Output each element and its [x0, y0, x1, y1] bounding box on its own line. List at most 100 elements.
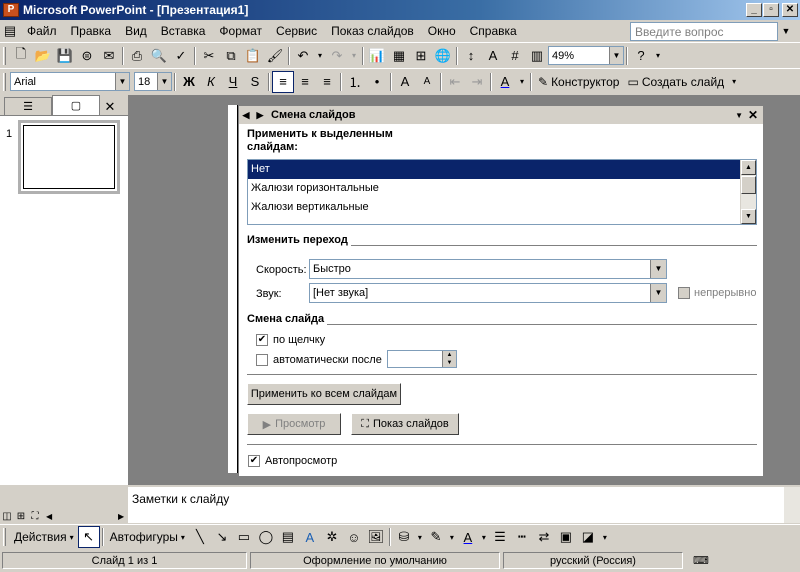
task-pane-menu-icon[interactable]: ▼ — [735, 111, 743, 120]
numbering-icon[interactable]: ⒈ — [344, 71, 366, 93]
list-item[interactable]: Жалюзи горизонтальные — [248, 179, 756, 198]
toolbar-options-icon[interactable]: ▾ — [599, 526, 611, 548]
rectangle-icon[interactable]: ▭ — [233, 526, 255, 548]
actions-menu[interactable]: Действия ▾ — [10, 526, 78, 548]
loop-checkbox[interactable] — [678, 287, 690, 299]
slideshow-button[interactable]: ⛶ Показ слайдов — [351, 413, 459, 435]
menu-insert[interactable]: Вставка — [154, 24, 213, 38]
email-icon[interactable]: ✉ — [98, 45, 120, 67]
slideshow-view-icon[interactable]: ⛶ — [28, 509, 42, 523]
new-icon[interactable]: 🗋 — [10, 45, 32, 67]
font-size-combo[interactable]: 18 ▼ — [134, 72, 172, 91]
font-color-draw-dropdown-icon[interactable]: ▾ — [479, 526, 489, 548]
save-icon[interactable]: 💾 — [54, 45, 76, 67]
normal-view-icon[interactable]: ◫ — [0, 509, 14, 523]
increase-indent-icon[interactable]: ⇥ — [466, 71, 488, 93]
menu-file[interactable]: Файл — [20, 24, 64, 38]
autoshapes-menu[interactable]: Автофигуры ▾ — [106, 526, 189, 548]
on-click-checkbox[interactable]: ✔ — [256, 334, 268, 346]
back-icon[interactable]: ◀ — [239, 110, 253, 121]
powerpoint-app-icon[interactable]: P — [3, 3, 19, 17]
redo-dropdown-icon[interactable]: ▾ — [348, 45, 360, 67]
font-size-dropdown-icon[interactable]: ▼ — [157, 73, 171, 90]
decrease-indent-icon[interactable]: ⇤ — [444, 71, 466, 93]
copy-icon[interactable]: ⧉ — [220, 45, 242, 67]
task-pane-close-icon[interactable]: ✕ — [748, 108, 758, 122]
insert-table-icon[interactable]: ▦ — [388, 45, 410, 67]
toolbar-options-icon[interactable]: ▾ — [652, 45, 664, 67]
menu-slideshow[interactable]: Показ слайдов — [324, 24, 421, 38]
decrease-font-icon[interactable]: A — [416, 71, 438, 93]
line-color-icon[interactable]: ✎ — [425, 526, 447, 548]
notes-scrollbar[interactable] — [784, 487, 800, 523]
auto-advance-time-input[interactable]: ▲ ▼ — [387, 350, 457, 368]
expand-all-icon[interactable]: ↕ — [460, 45, 482, 67]
list-item[interactable]: Жалюзи вертикальные — [248, 198, 756, 217]
font-color-draw-icon[interactable]: A — [457, 526, 479, 548]
arrow-style-icon[interactable]: ⇄ — [533, 526, 555, 548]
fill-color-dropdown-icon[interactable]: ▾ — [415, 526, 425, 548]
minimize-button[interactable]: _ — [746, 3, 762, 17]
slide-thumbnail[interactable] — [18, 120, 120, 194]
shadow-icon[interactable]: S — [244, 71, 266, 93]
line-color-dropdown-icon[interactable]: ▾ — [447, 526, 457, 548]
help-question-input[interactable]: Введите вопрос — [630, 22, 778, 41]
line-icon[interactable]: ╲ — [189, 526, 211, 548]
underline-icon[interactable]: Ч — [222, 71, 244, 93]
show-formatting-icon[interactable]: A — [482, 45, 504, 67]
wordart-icon[interactable]: A — [299, 526, 321, 548]
textbox-icon[interactable]: ▤ — [277, 526, 299, 548]
hyperlink-icon[interactable]: 🌐 — [432, 45, 454, 67]
clipart-icon[interactable]: ☺ — [343, 526, 365, 548]
scroll-thumb[interactable] — [741, 176, 756, 194]
autopreview-checkbox[interactable]: ✔ — [248, 455, 260, 467]
font-dropdown-icon[interactable]: ▼ — [115, 73, 129, 90]
font-color-icon[interactable]: A — [494, 71, 516, 93]
zoom-combo[interactable]: 49% ▼ — [548, 46, 624, 65]
list-item[interactable]: Нет — [248, 160, 756, 179]
oval-icon[interactable]: ◯ — [255, 526, 277, 548]
speed-select[interactable]: Быстро ▼ — [309, 259, 667, 279]
menu-tools[interactable]: Сервис — [269, 24, 324, 38]
diagram-icon[interactable]: ✲ — [321, 526, 343, 548]
zoom-dropdown-icon[interactable]: ▼ — [609, 47, 623, 64]
redo-icon[interactable]: ↷ — [326, 45, 348, 67]
select-pointer-icon[interactable]: ↖ — [77, 526, 100, 548]
shadow-style-icon[interactable]: ▣ — [555, 526, 577, 548]
help-dropdown-icon[interactable]: ▼ — [778, 22, 794, 41]
tables-borders-icon[interactable]: ⊞ — [410, 45, 432, 67]
notes-pane[interactable]: Заметки к слайду — [128, 485, 800, 523]
scroll-right-icon[interactable]: ▶ — [118, 512, 128, 521]
sound-select[interactable]: [Нет звука] ▼ — [309, 283, 667, 303]
dash-style-icon[interactable]: ┅ — [511, 526, 533, 548]
menu-format[interactable]: Формат — [212, 24, 269, 38]
speed-dropdown-icon[interactable]: ▼ — [650, 260, 666, 278]
close-button[interactable]: ✕ — [782, 3, 798, 17]
sound-dropdown-icon[interactable]: ▼ — [650, 284, 666, 302]
toolbar-grip[interactable] — [3, 72, 6, 91]
show-grid-icon[interactable]: # — [504, 45, 526, 67]
menu-window[interactable]: Окно — [421, 24, 463, 38]
document-icon[interactable]: ▤ — [0, 20, 20, 42]
arrow-icon[interactable]: ↘ — [211, 526, 233, 548]
open-icon[interactable]: 📂 — [32, 45, 54, 67]
undo-dropdown-icon[interactable]: ▾ — [314, 45, 326, 67]
slide-page-edge[interactable] — [228, 105, 238, 473]
apply-all-button[interactable]: Применить ко всем слайдам — [247, 383, 401, 405]
3d-style-icon[interactable]: ◪ — [577, 526, 599, 548]
spin-buttons-icon[interactable]: ▲ ▼ — [442, 351, 456, 367]
increase-font-icon[interactable]: A — [394, 71, 416, 93]
tab-slides[interactable]: ▢ — [52, 95, 100, 115]
paste-icon[interactable]: 📋 — [242, 45, 264, 67]
menu-view[interactable]: Вид — [118, 24, 154, 38]
color-grayscale-icon[interactable]: ▥ — [526, 45, 548, 67]
preview-button[interactable]: ▶ Просмотр — [247, 413, 341, 435]
toolbar-grip[interactable] — [3, 528, 6, 546]
designer-button[interactable]: ✎ Конструктор — [534, 71, 623, 93]
print-icon[interactable]: ⎙ — [126, 45, 148, 67]
spelling-status-icon[interactable]: ⌨ — [686, 552, 716, 569]
toolbar-options-icon[interactable]: ▾ — [728, 71, 740, 93]
scroll-down-icon[interactable]: ▼ — [741, 209, 756, 224]
permission-icon[interactable]: ⊜ — [76, 45, 98, 67]
menu-edit[interactable]: Правка — [64, 24, 119, 38]
